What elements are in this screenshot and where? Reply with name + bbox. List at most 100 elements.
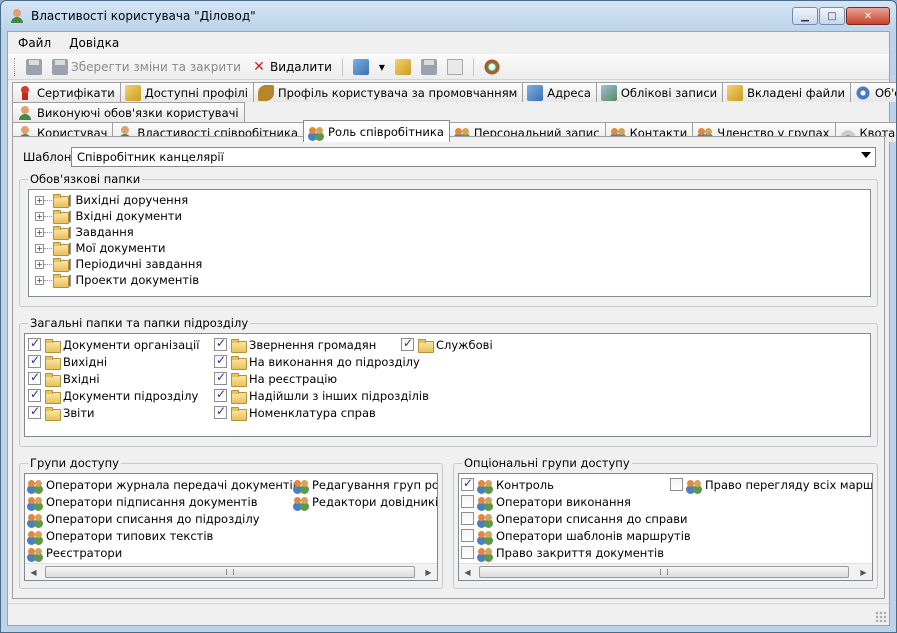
list-item[interactable]: Реєстратори [27,544,122,561]
tree-item[interactable]: + | Вхідні документи [35,208,182,224]
scroll-right-button[interactable]: ▶ [855,564,872,580]
calendar-dropdown[interactable]: ▾ [376,58,388,76]
expand-icon[interactable]: + [35,243,44,253]
list-item[interactable]: Оператори підписання документів [27,493,257,510]
checkbox[interactable] [28,353,41,368]
access-groups-list[interactable]: Оператори журнала передачі документів Оп… [24,473,438,581]
scroll-left-button[interactable]: ◀ [25,564,42,580]
delete-button[interactable]: ✕ Видалити [248,57,335,77]
checkbox[interactable] [461,495,474,508]
optional-groups-list[interactable]: Контроль Оператори виконання Оператори с… [458,473,873,581]
menu-file[interactable]: Файл [18,36,51,50]
tab-address[interactable]: Адреса [522,82,597,102]
list-item[interactable]: Редагування груп розси [293,476,437,493]
checkbox[interactable] [461,512,474,525]
folder-checkbox-item[interactable]: Вхідні [28,370,100,387]
refresh-button[interactable] [481,57,503,77]
group-checkbox-item[interactable]: Оператори списання до справи [461,510,688,527]
main-window: Властивості користувача "Діловод" ▁ □ ✕ … [0,0,897,633]
checkbox[interactable] [214,370,227,385]
list-item[interactable]: Оператори типових текстів [27,527,213,544]
checkbox[interactable] [214,387,227,402]
group-checkbox-item[interactable]: Контроль [461,476,554,493]
group-checkbox-item[interactable]: Право перегляду всіх маршрутів [670,476,872,493]
folder-checkbox-item[interactable]: Документи організації [28,336,199,353]
group-checkbox-item[interactable]: Оператори виконання [461,493,631,510]
list-item[interactable]: Оператори списання до підрозділу [27,510,260,527]
close-button[interactable]: ✕ [846,7,890,25]
scroll-thumb[interactable] [45,566,415,578]
folder-checkbox-item[interactable]: На виконання до підрозділу [214,353,420,370]
folder-icon [44,371,61,387]
folder-checkbox-item[interactable]: Службові [401,336,493,353]
tab-accounts[interactable]: Облікові записи [595,82,724,102]
tab-employee-role[interactable]: Роль співробітника [303,120,450,142]
mandatory-folders-tree[interactable]: + | Вихідні доручення + | Вхідні документи… [28,189,871,297]
checkbox[interactable] [214,336,227,351]
general-folders-list[interactable]: Документи організації Вихідні Вхідні Док… [24,333,871,437]
tree-item[interactable]: + | Мої документи [35,240,166,256]
checkbox[interactable] [28,370,41,385]
folder-icon [230,371,247,387]
minimize-button[interactable]: ▁ [792,7,818,25]
checkbox[interactable] [461,529,474,542]
expand-icon[interactable]: + [35,275,44,285]
status-bar [8,603,889,625]
toolbar-grip[interactable] [14,58,17,76]
template-select[interactable]: Співробітник канцелярії [71,147,876,167]
tab-certificates[interactable]: Сертифікати [12,82,121,102]
folder-checkbox-item[interactable]: Звіти [28,404,95,421]
tab-default-profile[interactable]: Профіль користувача за промовчанням [252,82,524,102]
tab-attachments[interactable]: Вкладені файли [722,82,851,102]
calendar-button[interactable] [350,57,372,77]
scroll-right-button[interactable]: ▶ [420,564,437,580]
group-checkbox-item[interactable]: Право закриття документів [461,544,664,561]
tree-item[interactable]: + | Періодичні завдання [35,256,202,272]
tree-item[interactable]: + | Проекти документів [35,272,199,288]
pdf-button[interactable] [444,57,466,77]
group-checkbox-item[interactable]: Оператори шаблонів маршрутів [461,527,691,544]
folder-checkbox-item[interactable]: Звернення громадян [214,336,376,353]
scroll-thumb[interactable] [479,566,849,578]
checkbox[interactable] [28,387,41,402]
folder-checkbox-item[interactable]: На реєстрацію [214,370,337,387]
expand-icon[interactable]: + [35,259,44,269]
menu-help[interactable]: Довідка [69,36,119,50]
checkbox[interactable] [28,404,41,419]
save-button[interactable] [23,57,45,77]
folder-checkbox-item[interactable]: Документи підрозділу [28,387,198,404]
scroll-left-button[interactable]: ◀ [459,564,476,580]
folder-icon [52,256,69,272]
folder-checkbox-item[interactable]: Вихідні [28,353,107,370]
folder-checkbox-item[interactable]: Надійшли з інших підрозділів [214,387,429,404]
folder-icon [417,337,434,353]
list-item[interactable]: Редактори довідників під [293,493,437,510]
tree-item[interactable]: + | Завдання [35,224,134,240]
tab-available-profiles[interactable]: Доступні профілі [119,82,254,102]
checkbox[interactable] [461,546,474,559]
tab-acting-users[interactable]: Виконуючі обов'язки користувачі [12,102,245,122]
checkbox[interactable] [461,476,474,491]
list-item[interactable]: Оператори журнала передачі документів [27,476,300,493]
sign-button[interactable] [392,57,414,77]
maximize-button[interactable]: □ [819,7,845,25]
checkbox[interactable] [401,336,414,351]
chevron-down-icon[interactable] [861,152,871,158]
expand-icon[interactable]: + [35,195,44,205]
tree-item[interactable]: + | Вихідні доручення [35,192,188,208]
save-close-button[interactable]: Зберегти зміни та закрити [49,57,244,77]
checkbox[interactable] [214,404,227,419]
expand-icon[interactable]: + [35,227,44,237]
resize-grip-icon[interactable] [875,611,887,623]
horizontal-scrollbar[interactable]: ◀ ▶ [25,563,437,580]
print-button[interactable] [418,57,440,77]
tab-object[interactable]: Об'єкт [849,82,896,102]
checkbox[interactable] [670,478,683,491]
horizontal-scrollbar[interactable]: ◀ ▶ [459,563,872,580]
save-close-label: Зберегти зміни та закрити [71,60,241,74]
folder-checkbox-item[interactable]: Номенклатура справ [214,404,376,421]
title-bar[interactable]: Властивості користувача "Діловод" ▁ □ ✕ [1,1,896,31]
expand-icon[interactable]: + [35,211,44,221]
checkbox[interactable] [28,336,41,351]
checkbox[interactable] [214,353,227,368]
